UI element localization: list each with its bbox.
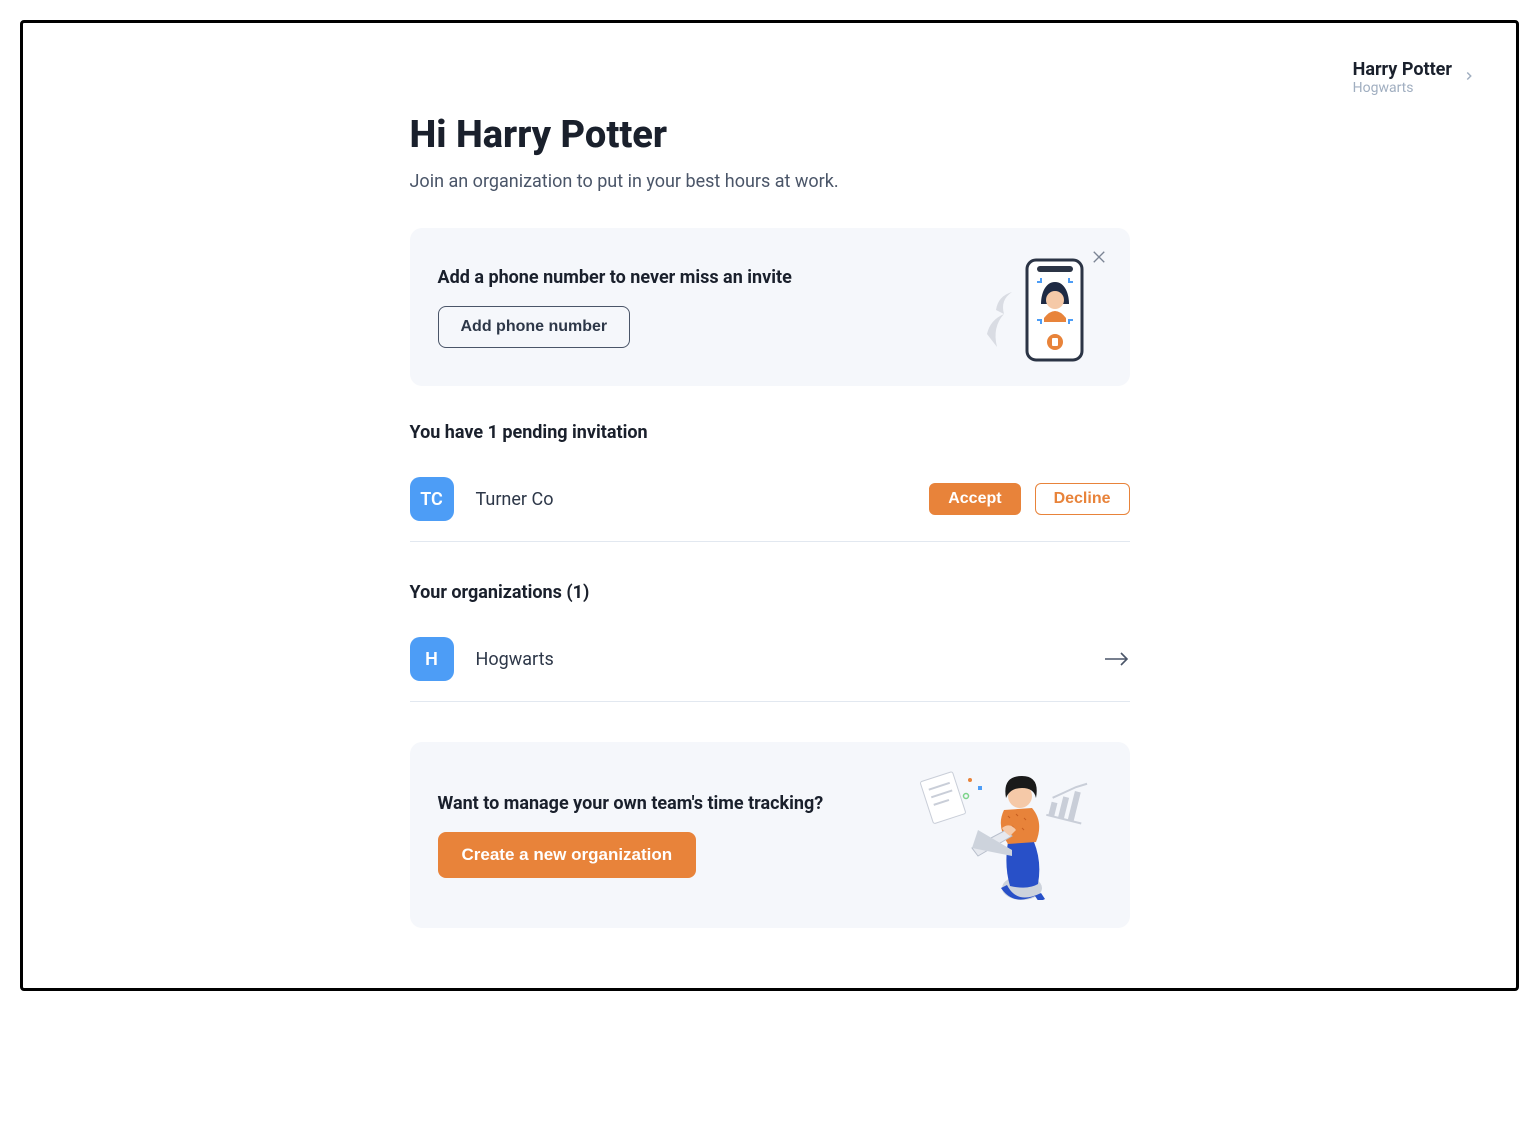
user-menu-text: Harry Potter Hogwarts	[1353, 59, 1452, 96]
page-greeting: Hi Harry Potter	[410, 113, 1130, 157]
org-avatar: H	[410, 637, 454, 681]
arrow-right-icon	[1104, 651, 1130, 667]
decline-button[interactable]: Decline	[1035, 483, 1130, 515]
invite-row: TC Turner Co Accept Decline	[410, 467, 1130, 542]
create-org-button[interactable]: Create a new organization	[438, 832, 697, 878]
add-phone-button[interactable]: Add phone number	[438, 306, 631, 348]
phone-illustration	[982, 252, 1092, 362]
accept-button[interactable]: Accept	[929, 483, 1020, 515]
create-org-title: Want to manage your own team's time trac…	[438, 793, 912, 814]
close-icon[interactable]	[1090, 248, 1108, 270]
woman-laptop-illustration	[912, 770, 1102, 900]
orgs-heading: Your organizations (1)	[410, 582, 1130, 603]
invite-avatar: TC	[410, 477, 454, 521]
user-menu-name: Harry Potter	[1353, 59, 1452, 80]
user-menu-org: Hogwarts	[1353, 80, 1452, 96]
phone-prompt-title: Add a phone number to never miss an invi…	[438, 267, 982, 288]
org-name: Hogwarts	[476, 649, 554, 670]
pending-heading: You have 1 pending invitation	[410, 422, 1130, 443]
phone-prompt-card: Add a phone number to never miss an invi…	[410, 228, 1130, 386]
user-menu[interactable]: Harry Potter Hogwarts	[1353, 59, 1476, 96]
page-subtitle: Join an organization to put in your best…	[410, 171, 1130, 192]
invite-org-name: Turner Co	[476, 489, 554, 510]
org-row[interactable]: H Hogwarts	[410, 627, 1130, 702]
app-frame: Harry Potter Hogwarts Hi Harry Potter Jo…	[20, 20, 1519, 991]
main-container: Hi Harry Potter Join an organization to …	[410, 113, 1130, 928]
chevron-right-icon	[1462, 68, 1476, 87]
create-org-card: Want to manage your own team's time trac…	[410, 742, 1130, 928]
